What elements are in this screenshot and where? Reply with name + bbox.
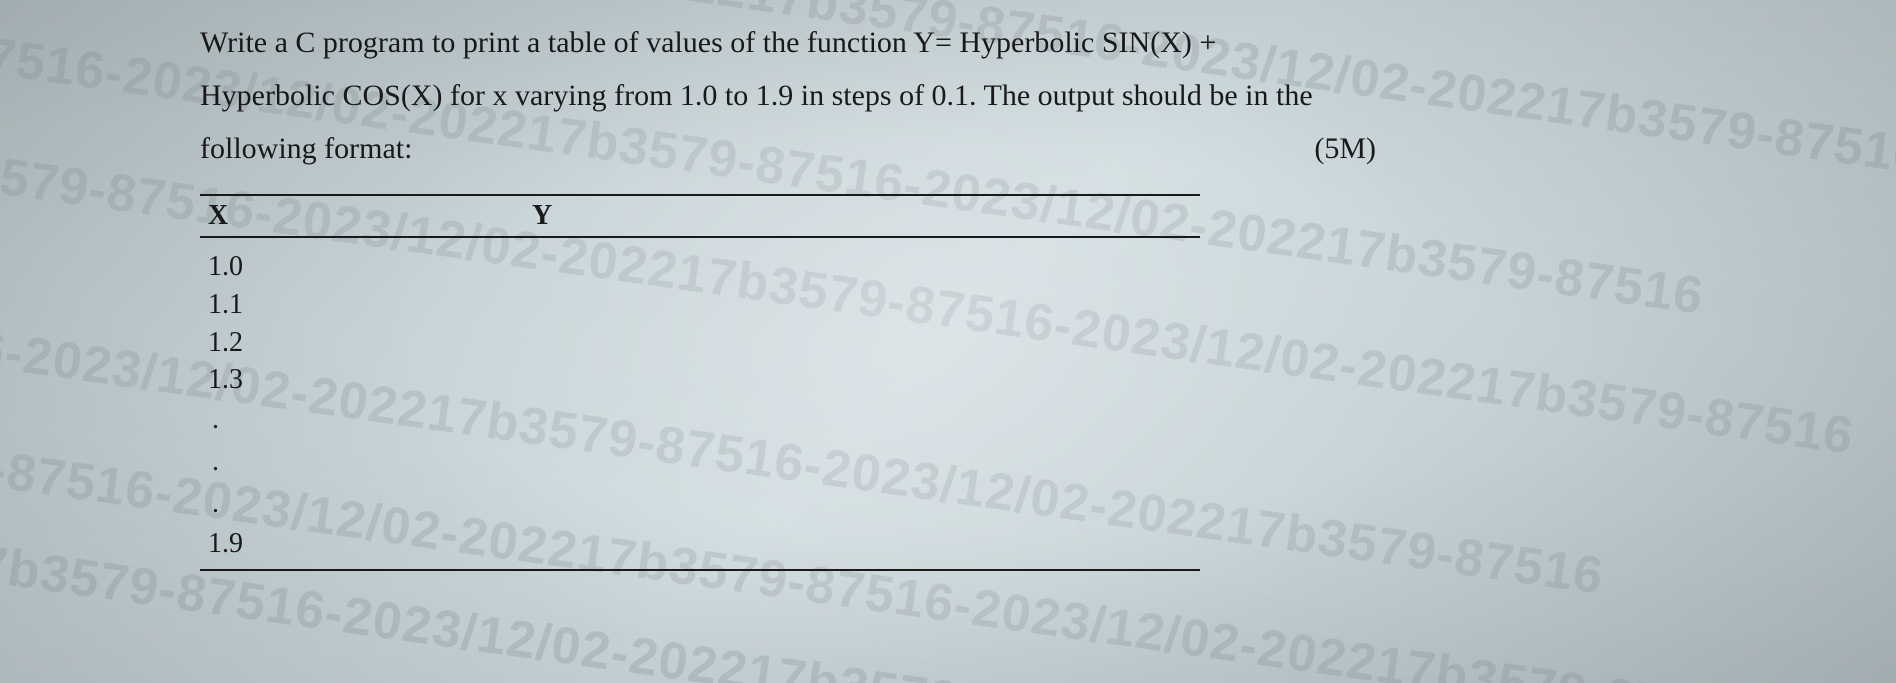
- question-line-3: following format:: [200, 126, 412, 171]
- table-ellipsis: .: [208, 483, 1200, 525]
- table-row: 1.0: [208, 248, 1200, 286]
- table-ellipsis: .: [208, 399, 1200, 441]
- table-body: 1.0 1.1 1.2 1.3 . . . 1.9: [200, 238, 1200, 571]
- table-ellipsis: .: [208, 441, 1200, 483]
- table-row: 1.9: [208, 525, 1200, 563]
- question-content: Write a C program to print a table of va…: [0, 0, 1896, 591]
- output-table: X Y 1.0 1.1 1.2 1.3 . . . 1.9: [200, 194, 1200, 571]
- table-row: 1.3: [208, 361, 1200, 399]
- question-line-2: Hyperbolic COS(X) for x varying from 1.0…: [200, 73, 1696, 118]
- question-line-1: Write a C program to print a table of va…: [200, 20, 1696, 65]
- table-header-x: X: [200, 200, 532, 232]
- question-marks: (5M): [1314, 132, 1376, 166]
- table-row: 1.2: [208, 324, 1200, 362]
- table-row: 1.1: [208, 286, 1200, 324]
- table-header-y: Y: [532, 200, 552, 232]
- table-header: X Y: [200, 194, 1200, 238]
